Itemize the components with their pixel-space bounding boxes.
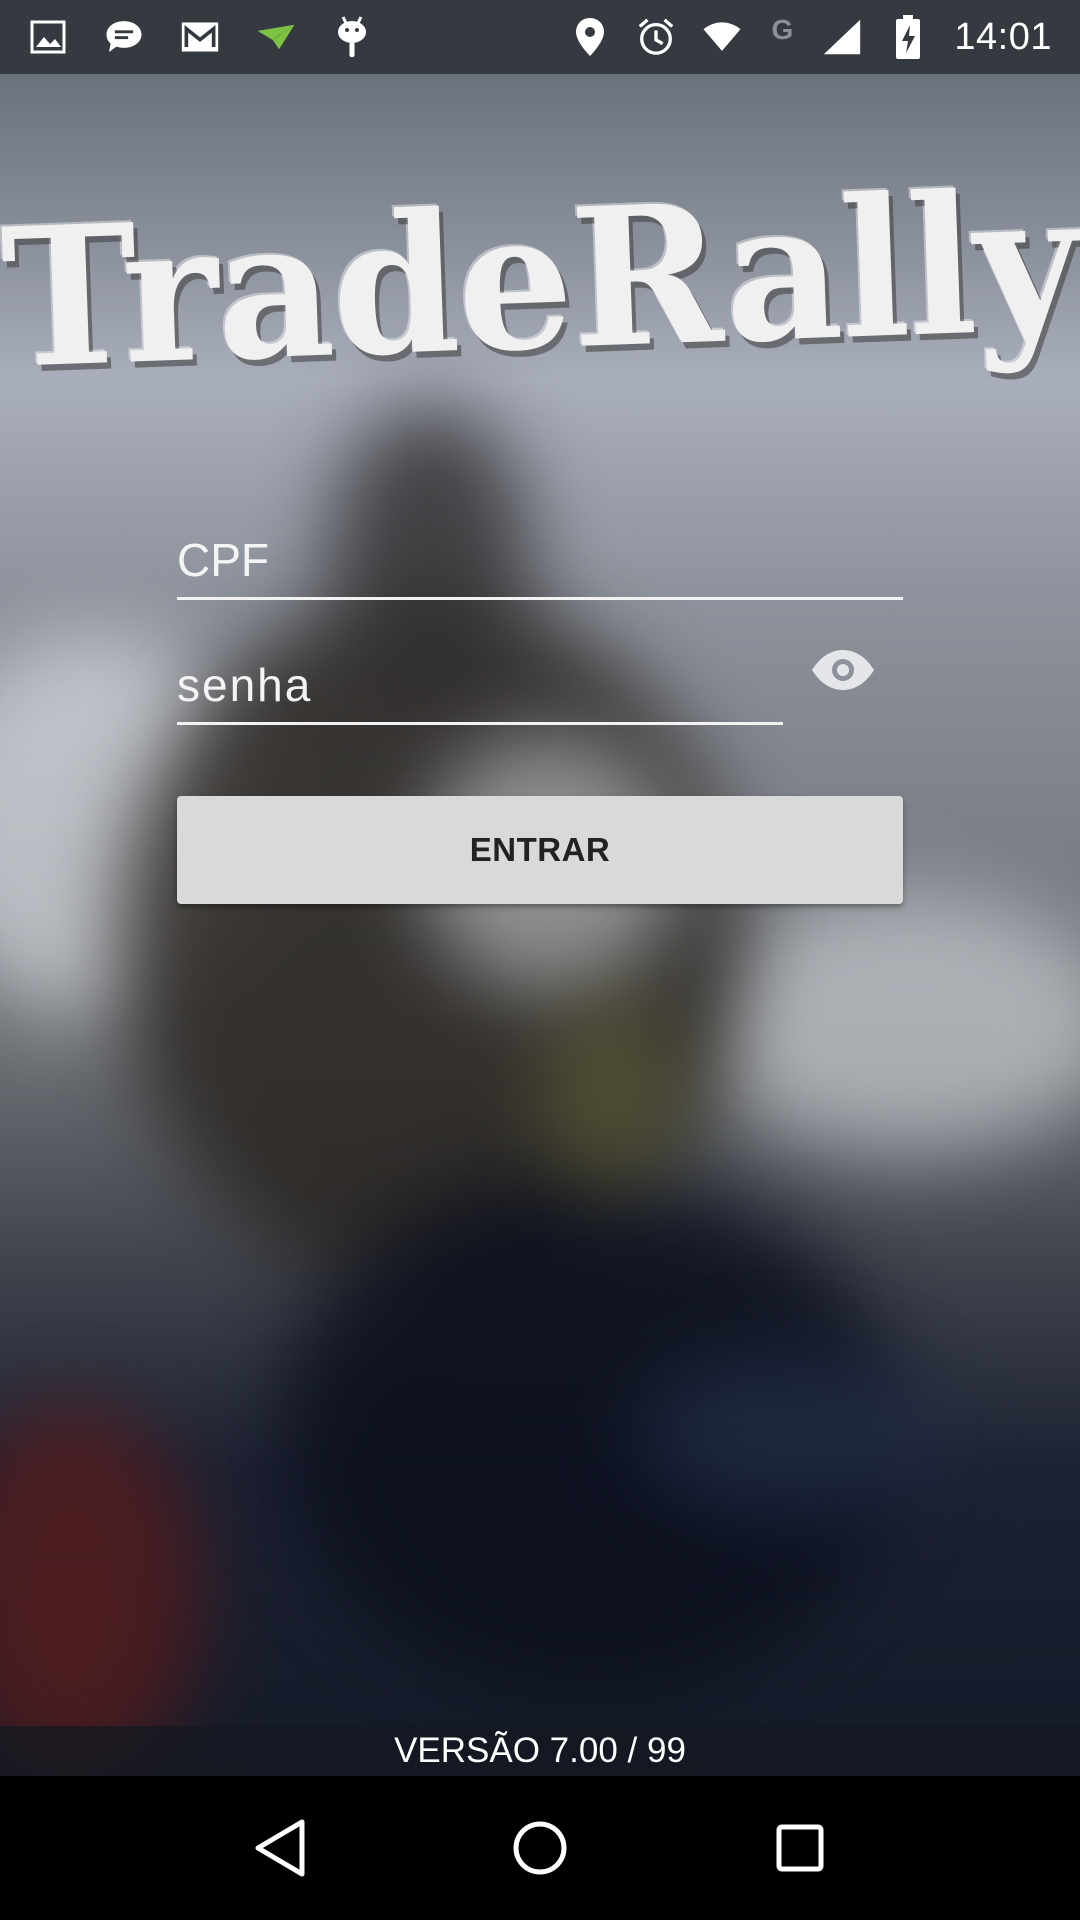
airdroid-icon (256, 17, 296, 57)
cpf-input[interactable] (177, 533, 903, 587)
clock: 14:01 (954, 15, 1052, 58)
gallery-icon (28, 17, 68, 57)
back-button[interactable] (240, 1808, 320, 1888)
android-icon (332, 16, 372, 57)
password-input[interactable] (177, 658, 783, 712)
recents-icon (776, 1824, 824, 1872)
eye-icon (812, 650, 874, 690)
message-icon (104, 17, 144, 57)
password-field[interactable] (177, 655, 783, 725)
signal-icon (822, 17, 862, 57)
version-label: VERSÃO 7.00 / 99 (0, 1726, 1080, 1776)
location-icon (570, 17, 610, 57)
back-icon (255, 1819, 305, 1877)
login-button[interactable]: ENTRAR (177, 796, 903, 904)
alarm-icon (636, 17, 676, 57)
g-network-icon: G (771, 14, 794, 45)
home-button[interactable] (500, 1808, 580, 1888)
wifi-icon (702, 17, 742, 57)
app-logo: TradeRally (0, 148, 1080, 412)
navigation-bar (0, 1776, 1080, 1920)
recents-button[interactable] (760, 1808, 840, 1888)
battery-charging-icon (888, 15, 928, 59)
cpf-field[interactable] (177, 530, 903, 600)
show-password-toggle[interactable] (808, 640, 878, 700)
gmail-icon (180, 17, 220, 57)
home-icon (513, 1821, 567, 1875)
status-bar: G 14:01 (0, 0, 1080, 74)
